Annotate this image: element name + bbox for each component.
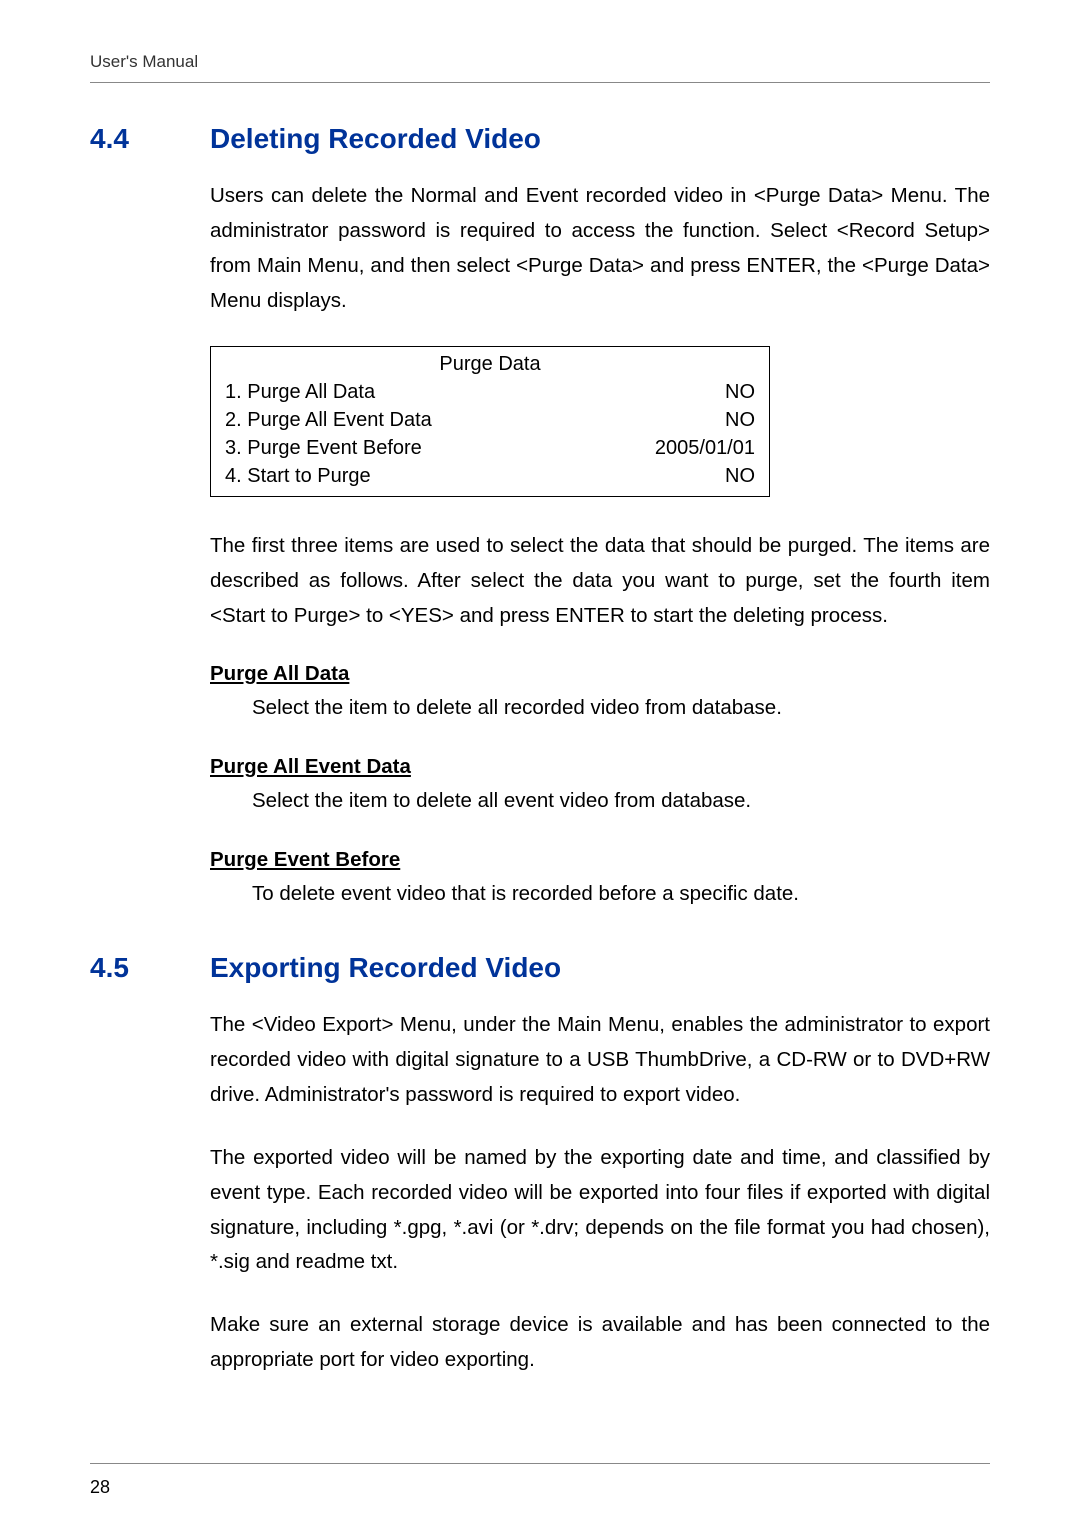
section-4-5-header: 4.5 Exporting Recorded Video	[90, 952, 990, 984]
menu-row-value: NO	[725, 378, 755, 406]
subtext-purge-event-before: To delete event video that is recorded b…	[252, 878, 990, 911]
menu-row-value: 2005/01/01	[655, 434, 755, 462]
subheading-purge-all-data: Purge All Data	[210, 662, 990, 686]
section-number: 4.5	[90, 952, 210, 984]
section-4-4-explain: The first three items are used to select…	[210, 529, 990, 634]
running-header: User's Manual	[90, 52, 990, 72]
section-4-5-para3: Make sure an external storage device is …	[210, 1308, 990, 1378]
menu-row: 1. Purge All Data NO	[225, 378, 755, 406]
section-number: 4.4	[90, 123, 210, 155]
section-4-5-para2: The exported video will be named by the …	[210, 1141, 990, 1280]
section-title: Exporting Recorded Video	[210, 952, 561, 984]
menu-row: 4. Start to Purge NO	[225, 462, 755, 490]
subtext-purge-all-event-data: Select the item to delete all event vide…	[252, 785, 990, 818]
subheading-purge-all-event-data: Purge All Event Data	[210, 755, 990, 779]
section-4-5-para1: The <Video Export> Menu, under the Main …	[210, 1008, 990, 1113]
menu-title: Purge Data	[225, 353, 755, 376]
header-rule	[90, 82, 990, 83]
page-number: 28	[90, 1477, 110, 1498]
subtext-purge-all-data: Select the item to delete all recorded v…	[252, 692, 990, 725]
menu-row-label: 1. Purge All Data	[225, 378, 375, 406]
menu-row-label: 4. Start to Purge	[225, 462, 371, 490]
menu-row-value: NO	[725, 406, 755, 434]
subheading-purge-event-before: Purge Event Before	[210, 848, 990, 872]
menu-row-value: NO	[725, 462, 755, 490]
footer-rule	[90, 1463, 990, 1464]
purge-data-menu-box: Purge Data 1. Purge All Data NO 2. Purge…	[210, 346, 770, 497]
section-4-4-header: 4.4 Deleting Recorded Video	[90, 123, 990, 155]
section-title: Deleting Recorded Video	[210, 123, 541, 155]
menu-row-label: 3. Purge Event Before	[225, 434, 422, 462]
document-page: User's Manual 4.4 Deleting Recorded Vide…	[0, 0, 1080, 1436]
menu-row-label: 2. Purge All Event Data	[225, 406, 432, 434]
menu-row: 3. Purge Event Before 2005/01/01	[225, 434, 755, 462]
section-4-4-intro: Users can delete the Normal and Event re…	[210, 179, 990, 318]
menu-row: 2. Purge All Event Data NO	[225, 406, 755, 434]
